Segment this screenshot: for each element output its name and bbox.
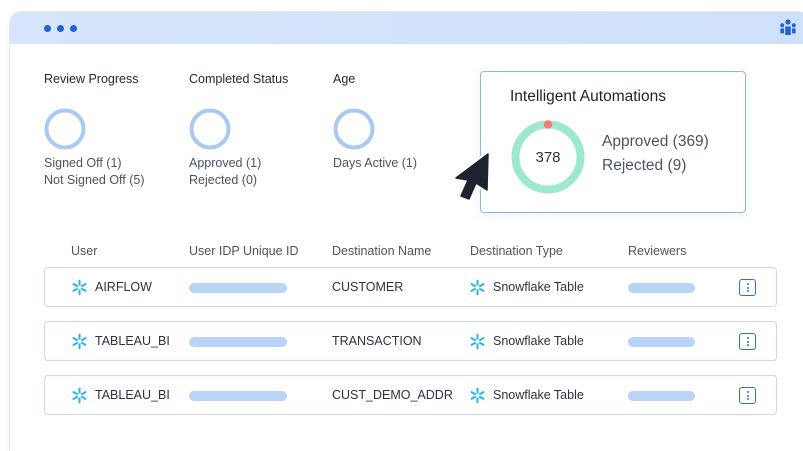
automations-rejected: Rejected (9): [602, 157, 687, 174]
age-title: Age: [333, 72, 356, 86]
table-row[interactable]: TABLEAU_BI CUST_DEMO_ADDR Snowflake Tabl…: [44, 375, 777, 415]
snowflake-icon: [72, 387, 87, 404]
reviewers-placeholder: [628, 337, 695, 347]
completed-status-title: Completed Status: [189, 72, 289, 86]
app-window: Review Progress Signed Off (1) Not Signe…: [10, 12, 803, 451]
window-dot-1[interactable]: [44, 25, 51, 32]
days-active-count: Days Active (1): [333, 156, 418, 170]
row-destination-name: CUSTOMER: [332, 280, 404, 294]
idp-id-placeholder: [189, 337, 287, 347]
row-destination-name: CUST_DEMO_ADDR: [332, 388, 453, 402]
column-header-reviewers: Reviewers: [628, 244, 687, 258]
snowflake-icon: [470, 387, 485, 404]
mouse-pointer-icon: [453, 152, 491, 202]
row-more-options-button[interactable]: [739, 387, 756, 404]
completed-status-ring: [189, 108, 231, 150]
not-signed-off-count: Not Signed Off (5): [44, 173, 145, 187]
snowflake-icon: [470, 279, 485, 296]
window-dot-2[interactable]: [57, 25, 64, 32]
row-user: AIRFLOW: [95, 280, 152, 294]
age-ring: [333, 108, 375, 150]
automations-title: Intelligent Automations: [510, 88, 666, 105]
signed-off-count: Signed Off (1): [44, 156, 122, 170]
row-more-options-button[interactable]: [739, 279, 756, 296]
table-row[interactable]: AIRFLOW CUSTOMER Snowflake Table: [44, 267, 777, 307]
row-user: TABLEAU_BI: [95, 334, 170, 348]
row-destination-type: Snowflake Table: [493, 334, 584, 348]
column-header-destination-name: Destination Name: [332, 244, 432, 258]
review-progress-ring: [44, 108, 86, 150]
intelligent-automations-card[interactable]: Intelligent Automations 378 Approved (36…: [480, 71, 746, 213]
row-destination-name: TRANSACTION: [332, 334, 422, 348]
table-row[interactable]: TABLEAU_BI TRANSACTION Snowflake Table: [44, 321, 777, 361]
column-header-destination-type: Destination Type: [470, 244, 563, 258]
rejected-count: Rejected (0): [189, 173, 258, 187]
snowflake-icon: [72, 279, 87, 296]
automations-total: 378: [535, 148, 561, 166]
snowflake-icon: [470, 333, 485, 350]
window-dot-3[interactable]: [70, 25, 77, 32]
column-header-user: User: [71, 244, 98, 258]
automations-approved: Approved (369): [602, 133, 709, 150]
idp-id-placeholder: [189, 283, 287, 293]
snowflake-icon: [72, 333, 87, 350]
row-more-options-button[interactable]: [739, 333, 756, 350]
approved-count: Approved (1): [189, 156, 262, 170]
title-bar: [10, 12, 803, 44]
idp-id-placeholder: [189, 391, 287, 401]
reviewers-placeholder: [628, 391, 695, 401]
row-destination-type: Snowflake Table: [493, 388, 584, 402]
row-destination-type: Snowflake Table: [493, 280, 584, 294]
reviewers-placeholder: [628, 283, 695, 293]
brand-logo-icon: [780, 19, 796, 35]
column-header-idp-id: User IDP Unique ID: [189, 244, 299, 258]
review-progress-title: Review Progress: [44, 72, 139, 86]
row-user: TABLEAU_BI: [95, 388, 170, 402]
